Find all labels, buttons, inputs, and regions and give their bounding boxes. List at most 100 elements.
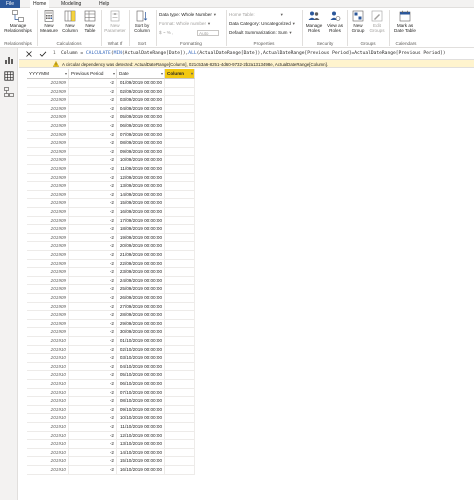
data-view-icon[interactable] [4,71,14,81]
table-row[interactable]: 201910 -2 16/10/2019 00:00:00 [19,466,195,475]
table-row[interactable]: 201909 -2 13/09/2019 00:00:00 [19,182,195,191]
table-row[interactable]: 201909 -2 15/09/2019 00:00:00 [19,199,195,208]
column-header-date[interactable]: Date ▾ [117,69,165,79]
table-row[interactable]: 201910 -2 11/10/2019 00:00:00 [19,423,195,432]
manage-relationships-label: Manage Relationships [4,23,32,33]
table-row[interactable]: 201909 -2 09/09/2019 00:00:00 [19,147,195,157]
table-row[interactable]: 201909 -2 19/09/2019 00:00:00 [19,233,195,243]
group-label-sort: Sort [137,41,147,46]
chevron-down-icon[interactable]: ▾ [113,69,115,79]
table-row[interactable]: 201910 -2 08/10/2019 00:00:00 [19,397,195,406]
manage-relationships-button[interactable]: Manage Relationships [2,10,34,33]
view-as-roles-button[interactable]: View as Roles [325,10,345,33]
table-row[interactable]: 201910 -2 14/10/2019 00:00:00 [19,448,195,458]
cell-previous-period: -2 [69,380,117,389]
table-row[interactable]: 201910 -2 15/10/2019 00:00:00 [19,457,195,466]
new-parameter-button[interactable]: New Parameter [103,10,127,33]
check-icon[interactable] [39,50,47,58]
cell-previous-period: -2 [69,96,117,105]
column-header-yyyymm[interactable]: YYYYMM ▾ [27,69,69,79]
table-row[interactable]: 201909 -2 08/09/2019 00:00:00 [19,139,195,148]
menu-tab-modeling[interactable]: Modeling [58,0,84,8]
new-measure-button[interactable]: New Measure [39,10,59,33]
column-header-column[interactable]: Column ▾ [165,69,195,79]
table-row[interactable]: 201910 -2 12/10/2019 00:00:00 [19,431,195,441]
currency-percent-buttons[interactable]: $ ~ % , [159,30,173,35]
table-row[interactable]: 201909 -2 03/09/2019 00:00:00 [19,96,195,105]
table-row[interactable]: 201909 -2 06/09/2019 00:00:00 [19,122,195,131]
table-row[interactable]: 201909 -2 30/09/2019 00:00:00 [19,328,195,337]
table-row[interactable]: 201909 -2 04/09/2019 00:00:00 [19,104,195,114]
table-row[interactable]: 201909 -2 07/09/2019 00:00:00 [19,130,195,140]
cell-yyyymm: 201909 [27,233,69,243]
table-row[interactable]: 201909 -2 28/09/2019 00:00:00 [19,311,195,320]
report-view-icon[interactable] [4,55,14,65]
table-row[interactable]: 201909 -2 23/09/2019 00:00:00 [19,268,195,277]
table-row[interactable]: 201909 -2 14/09/2019 00:00:00 [19,190,195,200]
default-summarization-dropdown[interactable]: Default Summarization: Sum ▾ [229,30,293,36]
table-row[interactable]: 201910 -2 05/10/2019 00:00:00 [19,371,195,380]
sort-by-column-button[interactable]: Sort by Column [131,10,153,33]
chevron-down-icon[interactable]: ▾ [191,69,193,79]
sort-icon [136,10,148,22]
table-row[interactable]: 201909 -2 18/09/2019 00:00:00 [19,225,195,234]
edit-groups-button[interactable]: Edit Groups [368,10,386,33]
table-row[interactable]: 201909 -2 22/09/2019 00:00:00 [19,259,195,269]
table-row[interactable]: 201910 -2 06/10/2019 00:00:00 [19,380,195,389]
table-row[interactable]: 201909 -2 27/09/2019 00:00:00 [19,302,195,312]
table-row[interactable]: 201909 -2 21/09/2019 00:00:00 [19,251,195,260]
cell-yyyymm: 201910 [27,423,69,432]
format-dropdown[interactable]: Format: Whole number ▾ [159,21,212,27]
manage-roles-button[interactable]: Manage Roles [304,10,324,33]
table-row[interactable]: 201910 -2 09/10/2019 00:00:00 [19,405,195,415]
home-table-dropdown[interactable]: Home Table: ▾ [229,12,285,18]
new-group-button[interactable]: New Group [349,10,367,33]
close-icon[interactable] [25,50,33,58]
cell-previous-period: -2 [69,225,117,234]
table-row[interactable]: 201910 -2 07/10/2019 00:00:00 [19,388,195,398]
table-row[interactable]: 201909 -2 05/09/2019 00:00:00 [19,113,195,122]
mark-as-date-table-button[interactable]: Mark as Date Table [391,10,419,33]
cell-column [165,147,195,157]
chevron-down-icon[interactable]: ▾ [65,69,67,79]
table-row[interactable]: 201909 -2 20/09/2019 00:00:00 [19,242,195,251]
table-row[interactable]: 201909 -2 12/09/2019 00:00:00 [19,173,195,183]
cell-previous-period: -2 [69,173,117,183]
decimal-places-input[interactable]: Auto [197,30,219,36]
table-row[interactable]: 201909 -2 25/09/2019 00:00:00 [19,285,195,294]
cell-date: 11/10/2019 00:00:00 [117,423,165,432]
table-row[interactable]: 201909 -2 24/09/2019 00:00:00 [19,276,195,286]
table-row[interactable]: 201909 -2 11/09/2019 00:00:00 [19,165,195,174]
table-row[interactable]: 201910 -2 13/10/2019 00:00:00 [19,440,195,449]
new-table-button[interactable]: New Table [81,10,99,33]
new-column-button[interactable]: New Column [60,10,80,33]
table-row[interactable]: 201909 -2 29/09/2019 00:00:00 [19,319,195,329]
data-type-dropdown[interactable]: Data type: Whole Number ▾ [159,12,218,18]
cell-yyyymm: 201910 [27,345,69,355]
table-row[interactable]: 201909 -2 02/09/2019 00:00:00 [19,87,195,97]
table-row[interactable]: 201909 -2 26/09/2019 00:00:00 [19,294,195,303]
cell-previous-period: -2 [69,337,117,346]
data-category-dropdown[interactable]: Data Category: Uncategorized ▾ [229,21,297,27]
table-row[interactable]: 201910 -2 02/10/2019 00:00:00 [19,345,195,355]
cell-yyyymm: 201910 [27,354,69,363]
table-row[interactable]: 201910 -2 04/10/2019 00:00:00 [19,362,195,372]
cell-yyyymm: 201910 [27,414,69,423]
menu-tab-help[interactable]: Help [96,0,112,8]
cell-previous-period: -2 [69,414,117,423]
model-view-icon[interactable] [4,87,14,97]
table-row[interactable]: 201909 -2 17/09/2019 00:00:00 [19,216,195,226]
table-row[interactable]: 201909 -2 01/09/2019 00:00:00 [19,79,195,88]
table-row[interactable]: 201909 -2 16/09/2019 00:00:00 [19,208,195,217]
menu-tab-file[interactable]: File [0,0,20,8]
table-row[interactable]: 201910 -2 01/10/2019 00:00:00 [19,337,195,346]
formula-input[interactable]: Column = CALCULATE(MIN(ActualDateRange[D… [61,51,446,56]
table-row[interactable]: 201910 -2 03/10/2019 00:00:00 [19,354,195,363]
table-row[interactable]: 201909 -2 10/09/2019 00:00:00 [19,156,195,165]
table-row[interactable]: 201910 -2 10/10/2019 00:00:00 [19,414,195,423]
menu-tab-home[interactable]: Home [30,0,50,8]
column-header-previous-period[interactable]: Previous Period ▾ [69,69,117,79]
edit-groups-icon [371,10,383,22]
chevron-down-icon[interactable]: ▾ [161,69,163,79]
new-group-icon [352,10,364,22]
